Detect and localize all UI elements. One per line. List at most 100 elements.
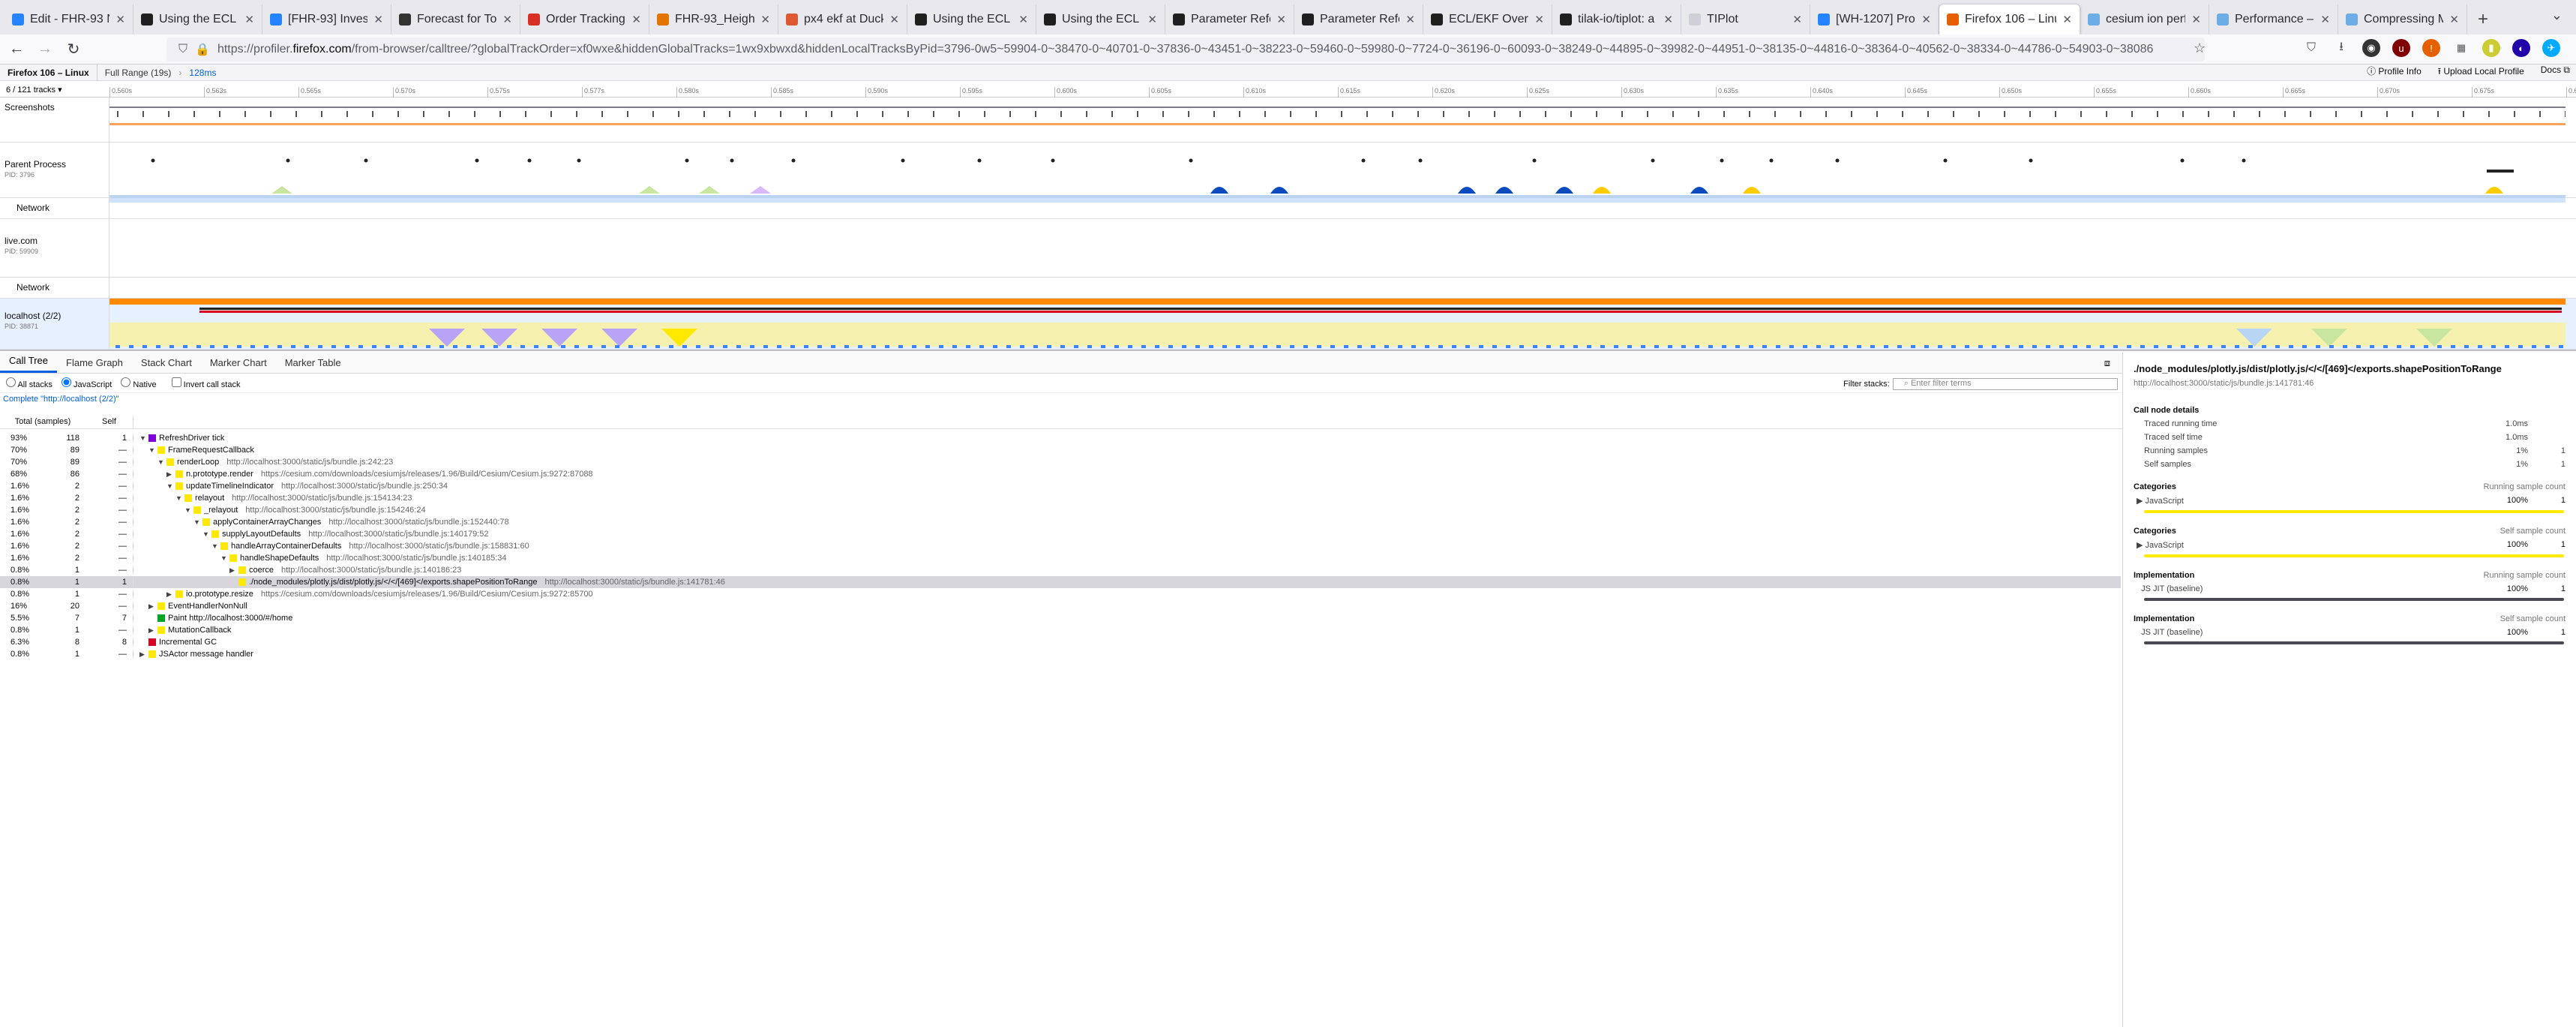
close-icon[interactable]: ✕ bbox=[1276, 13, 1286, 26]
expand-down-icon[interactable]: ▼ bbox=[220, 554, 229, 562]
lock-icon[interactable]: 🔒 bbox=[195, 42, 210, 57]
tree-row[interactable]: 70% 89 — ▼ renderLoop http://localhost:3000/s… bbox=[0, 456, 2121, 468]
track-localhost[interactable]: localhost (2/2) PID: 38871 bbox=[0, 299, 2576, 350]
expand-down-icon[interactable]: ▼ bbox=[211, 542, 220, 550]
breakdown-row[interactable]: ▶ JavaScript 100% 1 bbox=[2134, 540, 2566, 550]
close-icon[interactable]: ✕ bbox=[244, 13, 254, 26]
download-icon[interactable]: ⭳ bbox=[2332, 39, 2350, 57]
upload-profile-button[interactable]: ⭱ Upload Local Profile bbox=[2438, 65, 2524, 80]
tree-row[interactable]: 1.6% 2 — ▼ applyContainerArrayChanges http://… bbox=[0, 516, 2121, 528]
browser-tab[interactable]: Compressing Map ✕ bbox=[2338, 5, 2467, 35]
breadcrumb-selection[interactable]: 128ms bbox=[181, 68, 223, 78]
browser-tab[interactable]: Using the ECL EKF ✕ bbox=[907, 5, 1036, 35]
tree-row[interactable]: 1.6% 2 — ▼ handleShapeDefaults http://localho… bbox=[0, 552, 2121, 564]
tab-stack-chart[interactable]: Stack Chart bbox=[132, 353, 201, 373]
tree-row[interactable]: 93% 118 1 ▼ RefreshDriver tick bbox=[0, 432, 2121, 444]
tab-marker-table[interactable]: Marker Table bbox=[276, 353, 350, 373]
collapsed-triangle-icon[interactable]: ▶ bbox=[148, 626, 157, 635]
collapsed-triangle-icon[interactable]: ▶ bbox=[2137, 497, 2146, 506]
browser-tab[interactable]: Edit - FHR-93 Not ✕ bbox=[4, 5, 133, 35]
browser-tab[interactable]: TIPlot ✕ bbox=[1681, 5, 1810, 35]
new-tab-button[interactable]: + bbox=[2478, 5, 2488, 35]
tree-row[interactable]: 0.8% 1 — ▶ MutationCallback bbox=[0, 624, 2121, 636]
track-parent-process[interactable]: Parent Process PID: 3796 bbox=[0, 143, 2576, 198]
track-live-com[interactable]: live.com PID: 59909 bbox=[0, 219, 2576, 278]
all-stacks-radio[interactable]: All stacks bbox=[6, 377, 52, 389]
track-screenshots[interactable]: Screenshots bbox=[0, 98, 2576, 143]
close-icon[interactable]: ✕ bbox=[2320, 13, 2330, 26]
profile-info-button[interactable]: ⓘ Profile Info bbox=[2367, 65, 2422, 80]
tab-marker-chart[interactable]: Marker Chart bbox=[201, 353, 276, 373]
browser-tab[interactable]: Parameter Refere ✕ bbox=[1294, 5, 1423, 35]
collapsed-triangle-icon[interactable]: ▶ bbox=[166, 590, 175, 599]
expand-down-icon[interactable]: ▼ bbox=[184, 506, 193, 514]
tree-row[interactable]: 6.3% 8 8 Incremental GC bbox=[0, 636, 2121, 648]
close-icon[interactable]: ✕ bbox=[2449, 13, 2459, 26]
tree-row[interactable]: 70% 89 — ▼ FrameRequestCallback bbox=[0, 444, 2121, 456]
browser-tab[interactable]: Forecast for Toulo ✕ bbox=[391, 5, 520, 35]
track-network-2[interactable]: Network bbox=[0, 278, 2576, 299]
close-icon[interactable]: ✕ bbox=[2191, 13, 2201, 26]
close-icon[interactable]: ✕ bbox=[1405, 13, 1415, 26]
reload-icon[interactable]: ↻ bbox=[61, 40, 85, 59]
browser-tab[interactable]: px4 ekf at DuckDu ✕ bbox=[778, 5, 907, 35]
tree-row[interactable]: 1.6% 2 — ▼ supplyLayoutDefaults http://localh… bbox=[0, 528, 2121, 540]
browser-tab[interactable]: [WH-1207] Provid ✕ bbox=[1810, 5, 1939, 35]
expand-down-icon[interactable]: ▼ bbox=[175, 494, 184, 502]
expand-down-icon[interactable]: ▼ bbox=[202, 530, 211, 538]
extension-icon[interactable]: ◉ bbox=[2362, 39, 2380, 57]
javascript-input[interactable] bbox=[61, 377, 71, 387]
browser-tab[interactable]: FHR-93_HeightDi ✕ bbox=[649, 5, 778, 35]
extensions-icon[interactable]: ⧉ bbox=[2572, 39, 2576, 57]
collapsed-triangle-icon[interactable]: ▶ bbox=[148, 602, 157, 611]
bookmark-star-icon[interactable]: ☆ bbox=[2194, 41, 2206, 56]
browser-tab[interactable]: Firefox 106 – Linu ✕ bbox=[1939, 5, 2080, 35]
collapsed-triangle-icon[interactable]: ▶ bbox=[2137, 541, 2146, 550]
breadcrumb-full-range[interactable]: Full Range (19s) bbox=[97, 68, 179, 78]
breakdown-row[interactable]: JS JIT (baseline) 100% 1 bbox=[2134, 584, 2566, 593]
invert-input[interactable] bbox=[171, 377, 181, 387]
expand-down-icon[interactable]: ▼ bbox=[157, 458, 166, 466]
sidebar-toggle-icon[interactable]: ⧈ bbox=[2104, 357, 2110, 369]
browser-tab[interactable]: Performance – Ce ✕ bbox=[2209, 5, 2338, 35]
browser-tab[interactable]: Using the ECL EKF ✕ bbox=[1036, 5, 1165, 35]
browser-tab[interactable]: ECL/EKF Overview ✕ bbox=[1423, 5, 1552, 35]
javascript-radio[interactable]: JavaScript bbox=[61, 377, 112, 389]
tree-row[interactable]: 68% 86 — ▶ n.prototype.render https://cesium.… bbox=[0, 468, 2121, 480]
close-icon[interactable]: ✕ bbox=[2062, 13, 2072, 26]
collapsed-triangle-icon[interactable]: ▶ bbox=[166, 470, 175, 479]
native-radio[interactable]: Native bbox=[121, 377, 157, 389]
track-network[interactable]: Network bbox=[0, 198, 2576, 219]
filter-input[interactable]: ⌕ Enter filter terms bbox=[1892, 378, 2118, 390]
expand-down-icon[interactable]: ▼ bbox=[193, 518, 202, 526]
tree-row[interactable]: 1.6% 2 — ▼ relayout http://localhost:3000/sta… bbox=[0, 492, 2121, 504]
tree-row[interactable]: 1.6% 2 — ▼ updateTimelineIndicator http://loc… bbox=[0, 480, 2121, 492]
docs-link[interactable]: Docs ⧉ bbox=[2541, 65, 2570, 80]
expand-down-icon[interactable]: ▼ bbox=[166, 482, 175, 490]
url-bar[interactable]: ⛉ 🔒 https://profiler. firefox.com/from-br… bbox=[166, 38, 2205, 62]
close-icon[interactable]: ✕ bbox=[1018, 13, 1028, 26]
browser-tab[interactable]: [FHR-93] Investig ✕ bbox=[262, 5, 391, 35]
breakdown-row[interactable]: ▶ JavaScript 100% 1 bbox=[2134, 496, 2566, 506]
ublock-icon[interactable]: u bbox=[2392, 39, 2410, 57]
tab-call-tree[interactable]: Call Tree bbox=[0, 350, 58, 373]
close-icon[interactable]: ✕ bbox=[1792, 13, 1802, 26]
forward-icon[interactable]: → bbox=[33, 41, 57, 58]
browser-tab[interactable]: Parameter Refere ✕ bbox=[1165, 5, 1294, 35]
account-icon[interactable]: ◐ bbox=[2512, 39, 2530, 57]
tree-row[interactable]: 1.6% 2 — ▼ handleArrayContainerDefaults http:… bbox=[0, 540, 2121, 552]
close-icon[interactable]: ✕ bbox=[1534, 13, 1544, 26]
shield-icon[interactable]: ⛉ bbox=[178, 43, 187, 56]
back-icon[interactable]: ← bbox=[4, 41, 28, 58]
tab-flame-graph[interactable]: Flame Graph bbox=[57, 353, 132, 373]
breakdown-row[interactable]: JS JIT (baseline) 100% 1 bbox=[2134, 628, 2566, 637]
expand-down-icon[interactable]: ▼ bbox=[148, 446, 157, 454]
close-icon[interactable]: ✕ bbox=[1147, 13, 1157, 26]
invert-checkbox[interactable]: Invert call stack bbox=[171, 377, 240, 389]
close-icon[interactable]: ✕ bbox=[1663, 13, 1673, 26]
addon-icon[interactable]: ! bbox=[2422, 39, 2440, 57]
tree-row[interactable]: 0.8% 1 1 ./node_modules/plotly.js/dist/plot… bbox=[0, 576, 2121, 588]
tree-row[interactable]: 0.8% 1 — ▶ JSActor message handler bbox=[0, 648, 2121, 660]
container-icon[interactable]: ▮ bbox=[2482, 39, 2500, 57]
track-count-button[interactable]: 6 / 121 tracks ▾ bbox=[6, 85, 62, 95]
